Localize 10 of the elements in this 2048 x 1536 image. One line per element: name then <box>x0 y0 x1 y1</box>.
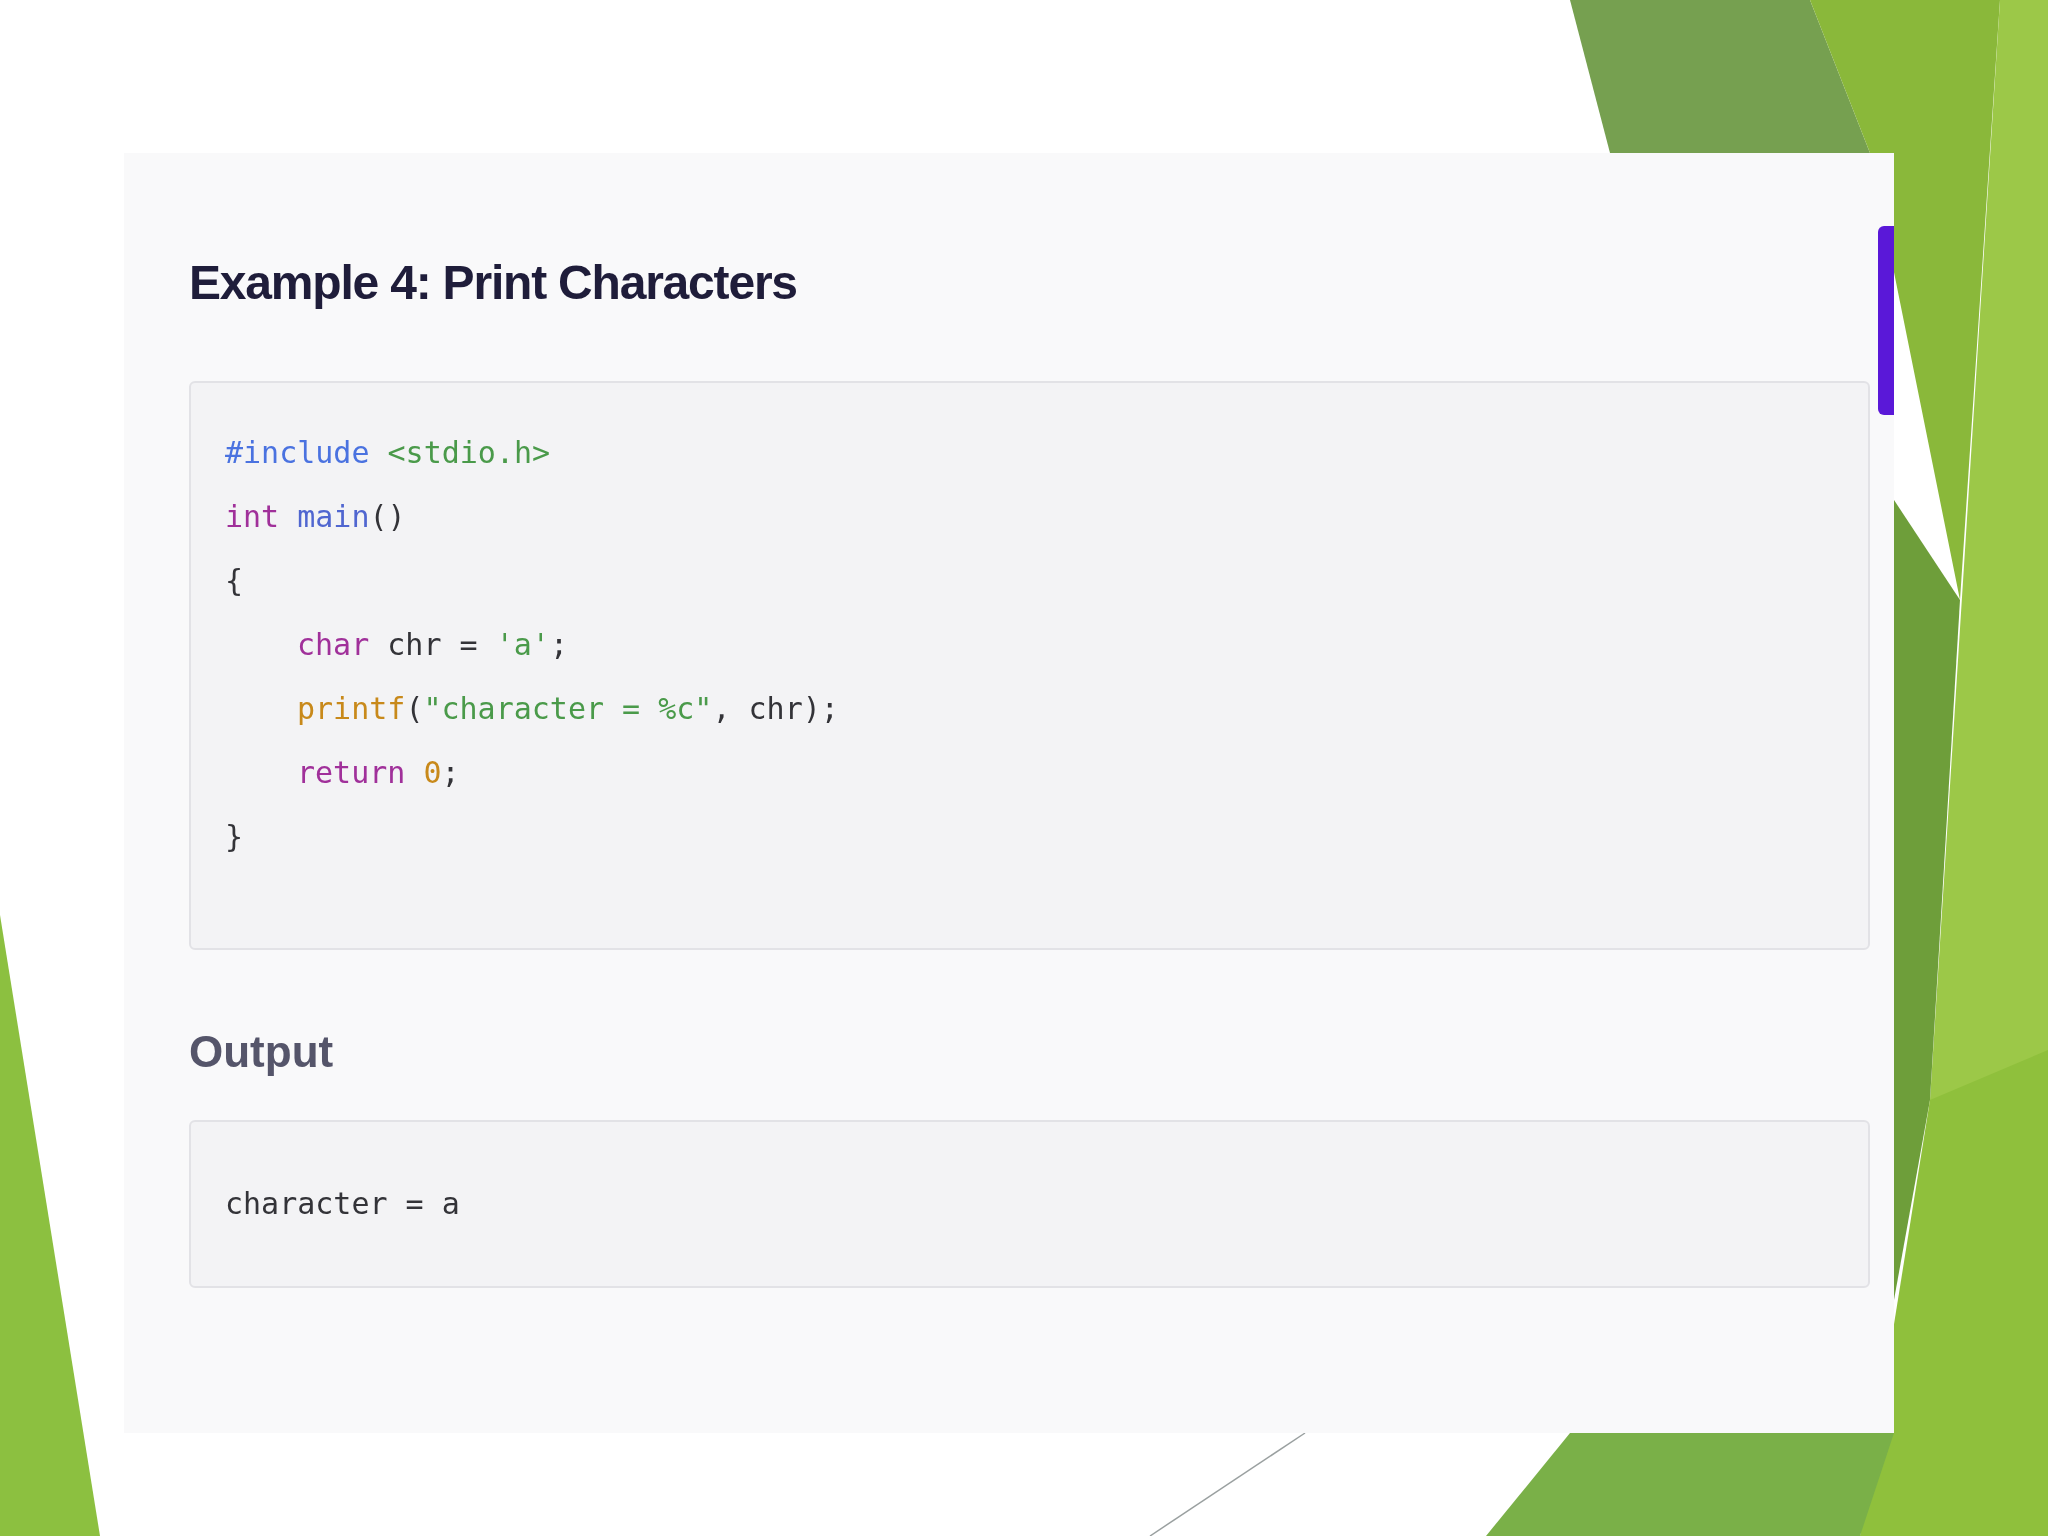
output-text: character = a <box>225 1185 460 1223</box>
code-line: { <box>225 562 244 600</box>
code-line: int main() <box>225 498 406 536</box>
output-heading: Output <box>189 1026 335 1078</box>
code-line: return 0; <box>296 754 460 792</box>
code-line: char chr = 'a'; <box>296 626 568 664</box>
code-line: printf("character = %c", chr); <box>296 690 839 728</box>
code-line: #include <stdio.h> <box>225 434 551 472</box>
section-heading: Example 4: Print Characters <box>189 255 798 311</box>
code-line: } <box>225 818 244 856</box>
